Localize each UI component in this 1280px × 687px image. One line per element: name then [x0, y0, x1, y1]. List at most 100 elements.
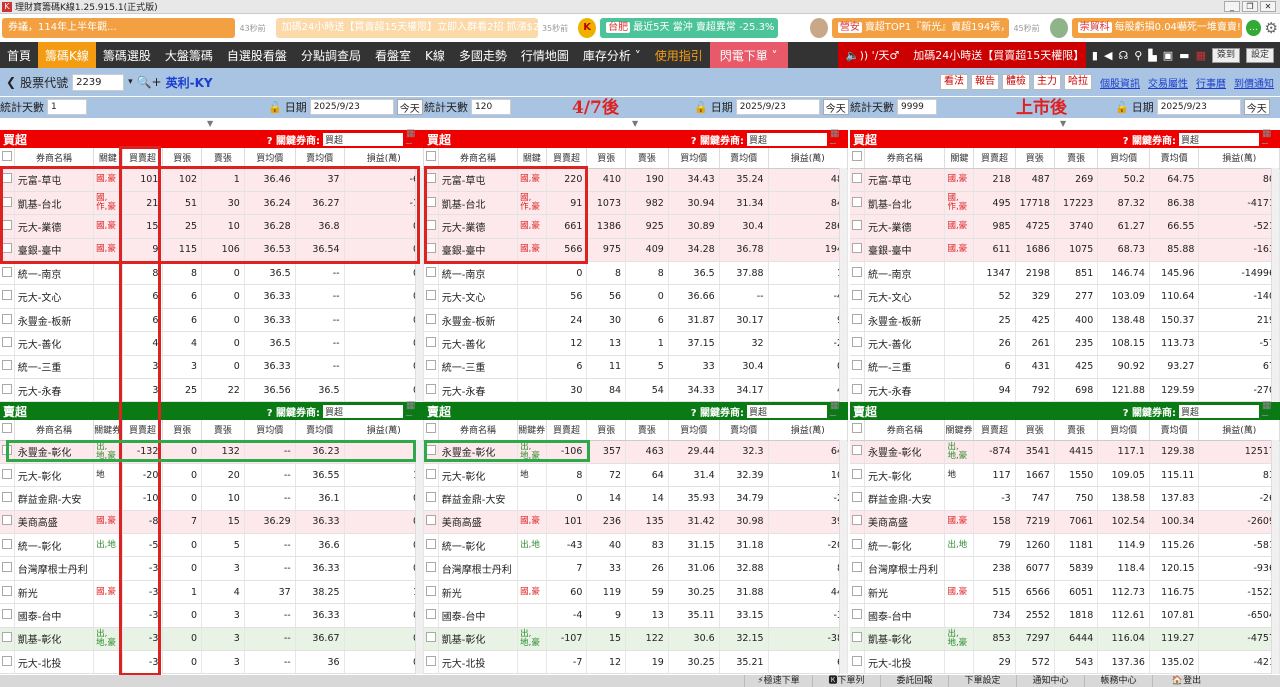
- row-checkbox[interactable]: [850, 486, 865, 511]
- lock-icon[interactable]: 🔓: [268, 101, 282, 114]
- nav-item-6[interactable]: 看盤室: [368, 42, 418, 68]
- scrollbar[interactable]: [1271, 168, 1279, 402]
- nav-item-11[interactable]: 使用指引: [648, 42, 710, 68]
- broker-name[interactable]: 統一-南京: [438, 261, 519, 286]
- checkbox-icon[interactable]: [1, 360, 12, 371]
- select-all-checkbox[interactable]: [850, 420, 865, 441]
- bottom-button-5[interactable]: 帳務中心: [1084, 675, 1152, 687]
- key-broker-select[interactable]: 買超: [747, 132, 827, 146]
- checkbox-icon[interactable]: [851, 173, 862, 184]
- bottom-button-3[interactable]: 下單設定: [948, 675, 1016, 687]
- collapse-arrow-icon[interactable]: ▼: [632, 119, 638, 128]
- broker-name[interactable]: 台灣摩根士丹利: [14, 556, 95, 581]
- broker-name[interactable]: 群益金鼎-大安: [864, 486, 946, 511]
- key-broker-select[interactable]: 買超: [1179, 404, 1259, 418]
- search-add-icon[interactable]: 🔍+: [137, 75, 162, 89]
- table-row[interactable]: 元大-文心 52 329 277 103.09 110.64 -140: [850, 284, 1280, 309]
- row-checkbox[interactable]: [424, 331, 439, 356]
- window-icon[interactable]: ▬: [1179, 49, 1189, 62]
- checkbox-icon[interactable]: [1, 468, 12, 479]
- nav-item-0[interactable]: 首頁: [0, 42, 38, 68]
- broker-name[interactable]: 美商高盛: [438, 510, 519, 535]
- broker-name[interactable]: 臺銀-臺中: [864, 238, 946, 263]
- stock-link[interactable]: 個股資訊: [1100, 75, 1140, 90]
- row-checkbox[interactable]: [0, 533, 15, 558]
- checkbox-icon[interactable]: [1, 632, 12, 643]
- date-input[interactable]: 2025/9/23: [735, 99, 820, 115]
- select-all-checkbox[interactable]: [0, 148, 15, 169]
- table-row[interactable]: 統一-南京88036.5--0: [0, 261, 425, 286]
- checkbox-icon[interactable]: [425, 336, 436, 347]
- broker-name[interactable]: 元大-文心: [438, 284, 519, 309]
- announce-icon[interactable]: ◀: [1104, 49, 1112, 62]
- broker-name[interactable]: 統一-彰化: [14, 533, 95, 558]
- ticker-item[interactable]: 台肥 最近5天 當沖 賣超異常 -25.3%: [600, 18, 778, 38]
- stock-action-button[interactable]: 體檢: [1002, 74, 1030, 90]
- broker-name[interactable]: 元大-彰化: [864, 463, 946, 488]
- broker-name[interactable]: 國泰-台中: [864, 603, 946, 628]
- row-checkbox[interactable]: [424, 261, 439, 286]
- broker-name[interactable]: 新光: [14, 580, 95, 605]
- nav-item-5[interactable]: 分點調查局: [294, 42, 368, 68]
- row-checkbox[interactable]: [0, 261, 15, 286]
- checkbox-icon[interactable]: [851, 243, 862, 254]
- table-row[interactable]: 永豐金-板新 2430631.8730.179: [424, 308, 849, 333]
- checkbox-icon[interactable]: [851, 266, 862, 277]
- broker-name[interactable]: 永豐金-板新: [864, 308, 946, 333]
- broker-name[interactable]: 凱基-彰化: [14, 627, 95, 652]
- checkbox-icon[interactable]: [425, 383, 436, 394]
- key-broker-select[interactable]: 買超: [747, 404, 827, 418]
- broker-name[interactable]: 台灣摩根士丹利: [438, 556, 519, 581]
- table-row[interactable]: 元大-北投-303--360: [0, 650, 425, 675]
- gear-icon[interactable]: ⚙: [1265, 19, 1278, 37]
- bottom-button-2[interactable]: 委託回報: [880, 675, 948, 687]
- row-checkbox[interactable]: [424, 510, 439, 535]
- collapse-arrow-icon[interactable]: ▼: [207, 119, 213, 128]
- broker-name[interactable]: 元大-彰化: [14, 463, 95, 488]
- checkbox-icon[interactable]: [425, 608, 436, 619]
- row-checkbox[interactable]: [850, 440, 865, 464]
- bottom-button-6[interactable]: 🏠登出: [1152, 675, 1220, 687]
- days-input[interactable]: 9999: [897, 99, 937, 115]
- row-checkbox[interactable]: [850, 284, 865, 309]
- row-checkbox[interactable]: [0, 284, 15, 309]
- table-row[interactable]: 凱基-彰化 出,地,豪 -107 15 122 30.6 32.15 -38: [424, 627, 849, 652]
- search-icon[interactable]: ⚲: [1134, 49, 1142, 62]
- checkbox-icon[interactable]: [851, 655, 862, 666]
- back-icon[interactable]: ❮: [6, 75, 16, 89]
- table-row[interactable]: 元大-文心5656036.66---4: [424, 284, 849, 309]
- nav-item-9[interactable]: 行情地圖: [514, 42, 576, 68]
- promo-banner[interactable]: 🔈)) '/天♂ 加碼24小時送【買賣超15天權限】 A8元: [837, 42, 1086, 68]
- headset-icon[interactable]: ☊: [1118, 49, 1128, 62]
- row-checkbox[interactable]: [850, 214, 865, 239]
- row-checkbox[interactable]: [0, 308, 15, 333]
- table-row[interactable]: 統一-三重33036.33--0: [0, 355, 425, 380]
- table-row[interactable]: 元大-永春3252236.5636.50: [0, 378, 425, 403]
- select-all-checkbox[interactable]: [424, 420, 439, 441]
- checkbox-icon[interactable]: [1, 383, 12, 394]
- table-row[interactable]: 元大-業德 國,豪 985 4725 3740 61.27 66.55 -521: [850, 214, 1280, 239]
- row-checkbox[interactable]: [0, 463, 15, 488]
- collapse-arrow-icon[interactable]: ▼: [1060, 119, 1066, 128]
- table-row[interactable]: 統一-彰化 出,地 -43 40 83 31.15 31.18 -20: [424, 533, 849, 558]
- row-checkbox[interactable]: [424, 650, 439, 675]
- stock-link[interactable]: 行事曆: [1196, 75, 1226, 90]
- nav-item-3[interactable]: 大盤籌碼: [158, 42, 220, 68]
- table-row[interactable]: 永豐金-板新66036.33--0: [0, 308, 425, 333]
- minimize-button[interactable]: _: [1224, 1, 1240, 12]
- broker-name[interactable]: 群益金鼎-大安: [14, 486, 95, 511]
- table-row[interactable]: 美商高盛國,豪-871536.2936.330: [0, 510, 425, 535]
- checkbox-icon[interactable]: [1, 562, 12, 573]
- row-checkbox[interactable]: [0, 603, 15, 628]
- broker-name[interactable]: 元大-北投: [864, 650, 946, 675]
- broker-name[interactable]: 元大-永春: [864, 378, 946, 403]
- checkbox-icon[interactable]: [851, 468, 862, 479]
- broker-name[interactable]: 新光: [438, 580, 519, 605]
- today-button[interactable]: 今天: [1243, 99, 1270, 115]
- row-checkbox[interactable]: [850, 510, 865, 535]
- stock-action-button[interactable]: 看法: [940, 74, 968, 90]
- checkbox-icon[interactable]: [1, 585, 12, 596]
- checkbox-icon[interactable]: [851, 491, 862, 502]
- checkbox-icon[interactable]: [425, 632, 436, 643]
- nav-item-10[interactable]: 庫存分析 ˅: [576, 42, 648, 68]
